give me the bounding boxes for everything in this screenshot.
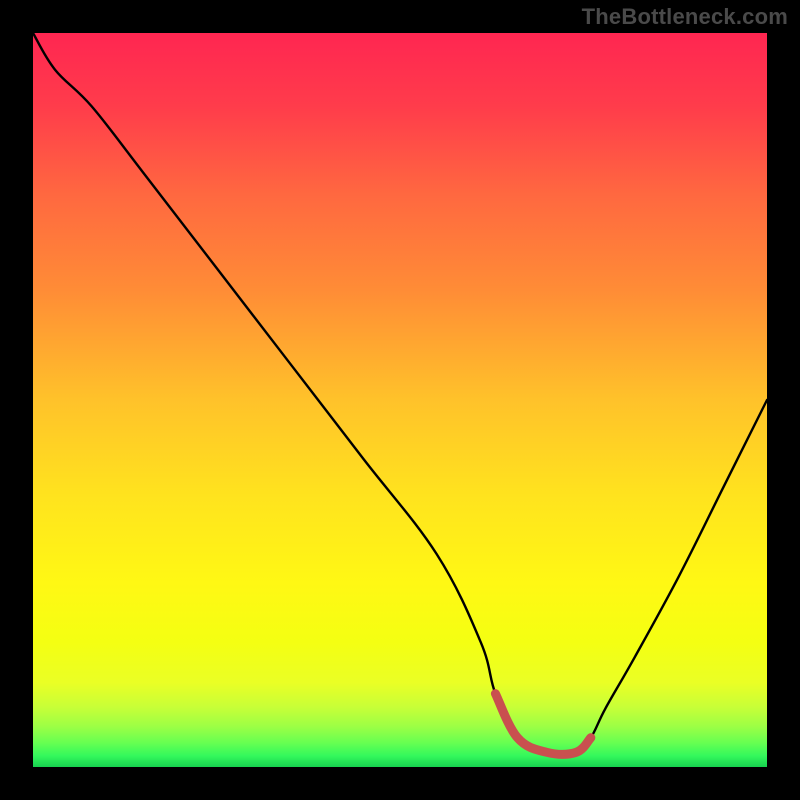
- curve-path: [33, 33, 767, 754]
- watermark: TheBottleneck.com: [582, 4, 788, 30]
- chart-frame: TheBottleneck.com: [0, 0, 800, 800]
- plot-area: [33, 33, 767, 767]
- optimal-range-highlight: [495, 694, 590, 755]
- bottleneck-curve: [33, 33, 767, 767]
